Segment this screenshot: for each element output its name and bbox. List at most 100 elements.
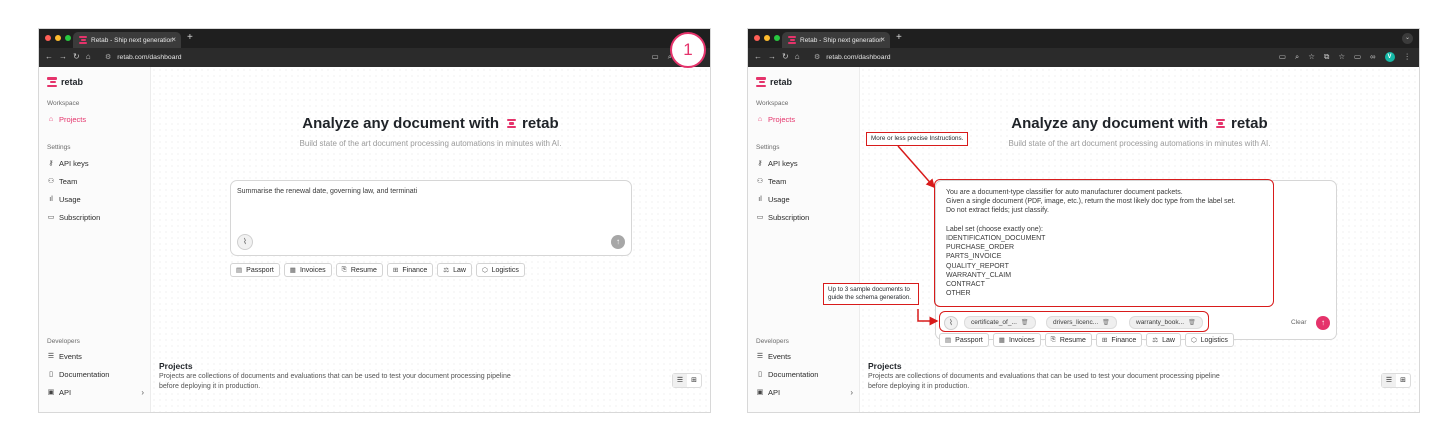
suggestion-finance[interactable]: ⊞ Finance	[1095, 333, 1143, 347]
zoom-icon[interactable]: ⌕	[1295, 51, 1299, 63]
sidebar-item-subscription[interactable]: ▭ Subscription	[756, 211, 853, 223]
bar-chart-icon: ıl	[758, 195, 762, 203]
retab-favicon-icon	[788, 36, 796, 44]
chevron-right-icon: ›	[141, 387, 144, 397]
maximize-window-button[interactable]	[774, 35, 780, 41]
address-bar[interactable]: ⚙ retab.com/dashboard	[105, 52, 585, 63]
page-subheadline: Build state of the art document processi…	[299, 139, 562, 148]
send-button[interactable]: ↑	[611, 235, 625, 249]
grid-view-icon[interactable]: ⊞	[687, 374, 701, 387]
back-icon[interactable]: ←	[45, 51, 53, 63]
tab-close-icon[interactable]: ×	[171, 35, 176, 44]
list-view-icon[interactable]: ☰	[673, 374, 687, 387]
extensions-icon[interactable]: ⧉	[1324, 51, 1329, 63]
browser-tab[interactable]: Retab - Ship next generation ×	[782, 32, 890, 48]
suggestion-invoices[interactable]: ▦ Invoices	[283, 263, 332, 277]
retab-logo[interactable]: retab	[47, 77, 83, 87]
clear-button[interactable]: Clear	[1291, 319, 1307, 326]
suggestion-law[interactable]: ⚖ Law	[1146, 333, 1181, 347]
bar-chart-icon: ıl	[49, 195, 53, 203]
sidebar-item-events[interactable]: ☰ Events	[756, 350, 853, 362]
samples-annotation: Up to 3 sample documents to guide the sc…	[823, 283, 919, 305]
home-icon[interactable]: ⌂	[795, 51, 800, 63]
sidebar-item-documentation[interactable]: ▯ Documentation	[756, 368, 853, 380]
reload-icon[interactable]: ↻	[73, 51, 80, 63]
address-bar[interactable]: ⚙ retab.com/dashboard	[814, 52, 1294, 63]
suggestion-resume[interactable]: ⎘ Resume	[335, 263, 383, 277]
passwords-icon[interactable]: ∞	[1370, 51, 1375, 63]
sidebar-item-team[interactable]: ⚇ Team	[47, 175, 144, 187]
suggestion-finance[interactable]: ⊞ Finance	[386, 263, 434, 277]
site-settings-icon[interactable]: ⚙	[105, 52, 111, 63]
suggestion-logistics[interactable]: ⬡ Logistics	[475, 263, 525, 277]
chevron-down-icon[interactable]: ⌄	[1402, 33, 1413, 44]
profile-avatar[interactable]: V	[1384, 52, 1395, 62]
sidebar-item-api[interactable]: ▣ API ›	[756, 386, 853, 398]
suggestion-passport[interactable]: ▤ Passport	[939, 333, 989, 347]
suggestion-law[interactable]: ⚖ Law	[437, 263, 472, 277]
home-icon[interactable]: ⌂	[86, 51, 91, 63]
key-icon: ⚷	[48, 160, 54, 167]
sidebar-item-documentation[interactable]: ▯ Documentation	[47, 368, 144, 380]
browser-toolbar: ← → ↻ ⌂ ⚙ retab.com/dashboard ▭ ⌕ ☆ ⧉ ☆ …	[748, 48, 1419, 67]
prompt-input[interactable]: Summarise the renewal date, governing la…	[237, 187, 625, 196]
projects-description: Projects are collections of documents an…	[868, 373, 1220, 390]
browser-tab[interactable]: Retab - Ship next generation ×	[73, 32, 181, 48]
close-window-button[interactable]	[45, 35, 51, 41]
chevron-right-icon: ›	[850, 387, 853, 397]
site-settings-icon[interactable]: ⚙	[814, 52, 820, 63]
package-icon: ⬡	[1190, 337, 1197, 344]
maximize-window-button[interactable]	[65, 35, 71, 41]
instructions-highlight	[934, 179, 1274, 307]
new-tab-button[interactable]: +	[896, 32, 902, 44]
forward-icon[interactable]: →	[59, 51, 67, 63]
sidebar-item-team[interactable]: ⚇ Team	[756, 175, 853, 187]
suggestion-logistics[interactable]: ⬡ Logistics	[1184, 333, 1234, 347]
forward-icon[interactable]: →	[768, 51, 776, 63]
book-icon: ▯	[758, 371, 762, 378]
menu-dots-icon[interactable]: ⋮	[1404, 51, 1412, 63]
scale-icon: ⚖	[443, 267, 450, 274]
sidebar-item-api-keys[interactable]: ⚷ API keys	[47, 157, 144, 169]
home-icon: ⌂	[757, 115, 763, 123]
reload-icon[interactable]: ↻	[782, 51, 789, 63]
new-tab-button[interactable]: +	[187, 32, 193, 44]
suggestion-invoices[interactable]: ▦ Invoices	[992, 333, 1041, 347]
minimize-window-button[interactable]	[55, 35, 61, 41]
suggestion-resume[interactable]: ⎘ Resume	[1044, 333, 1092, 347]
url-text: retab.com/dashboard	[826, 54, 891, 61]
tab-bar: Retab - Ship next generation × +	[39, 29, 710, 48]
close-window-button[interactable]	[754, 35, 760, 41]
send-button[interactable]: ↑	[1316, 316, 1330, 330]
minimize-window-button[interactable]	[764, 35, 770, 41]
retab-logo-icon	[1216, 119, 1225, 128]
tab-close-icon[interactable]: ×	[880, 35, 885, 44]
cast-icon[interactable]: ▭	[652, 51, 659, 63]
bookmarks-icon[interactable]: ☆	[1338, 51, 1345, 63]
browser-toolbar: ← → ↻ ⌂ ⚙ retab.com/dashboard ▭ ⌕ ☆ ⧉	[39, 48, 710, 67]
sidebar-item-usage[interactable]: ıl Usage	[756, 193, 853, 205]
list-icon: ☰	[756, 353, 764, 360]
sidebar-item-usage[interactable]: ıl Usage	[47, 193, 144, 205]
paperclip-icon[interactable]: ⌇	[237, 234, 253, 250]
list-view-icon[interactable]: ☰	[1382, 374, 1396, 387]
card-icon[interactable]: ▭	[1354, 51, 1361, 63]
projects-description: Projects are collections of documents an…	[159, 373, 511, 390]
sidebar-item-api[interactable]: ▣ API ›	[47, 386, 144, 398]
sidebar-item-subscription[interactable]: ▭ Subscription	[47, 211, 144, 223]
table-icon: ⊞	[1101, 337, 1108, 344]
suggestion-passport[interactable]: ▤ Passport	[230, 263, 280, 277]
terminal-icon: ▣	[756, 389, 764, 396]
prompt-box[interactable]: Summarise the renewal date, governing la…	[230, 180, 632, 256]
back-icon[interactable]: ←	[754, 51, 762, 63]
sidebar-item-projects[interactable]: ⌂ Projects	[756, 113, 853, 125]
sidebar-item-events[interactable]: ☰ Events	[47, 350, 144, 362]
grid-view-icon[interactable]: ⊞	[1396, 374, 1410, 387]
bookmark-star-icon[interactable]: ☆	[1308, 51, 1315, 63]
sidebar: retab Workspace ⌂ Projects Settings ⚷ AP…	[748, 67, 860, 412]
cast-icon[interactable]: ▭	[1279, 51, 1286, 63]
book-icon: ▯	[49, 371, 53, 378]
retab-logo[interactable]: retab	[756, 77, 792, 87]
sidebar-item-api-keys[interactable]: ⚷ API keys	[756, 157, 853, 169]
sidebar-item-projects[interactable]: ⌂ Projects	[47, 113, 144, 125]
